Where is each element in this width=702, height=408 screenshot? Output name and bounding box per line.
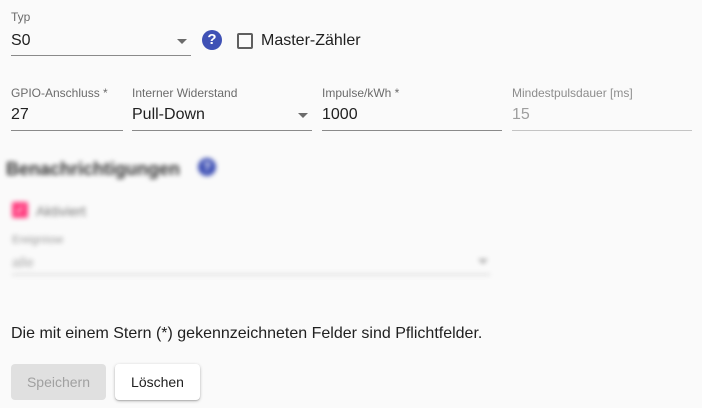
aktiviert-checkbox[interactable]: ✓ [12,202,28,218]
help-icon[interactable]: ? [202,30,222,50]
master-zaehler-label: Master-Zähler [261,32,361,49]
ereignisse-label: Ereignisse [12,234,64,246]
chevron-down-icon [177,39,187,44]
impulse-field[interactable]: Impulse/kWh * 1000 [322,86,502,131]
typ-label: Typ [11,10,31,24]
master-zaehler-checkbox[interactable]: Master-Zähler [237,31,367,51]
mindestpulsdauer-value: 15 [512,106,530,123]
ereignisse-underline [12,274,490,275]
mindestpulsdauer-field: Mindestpulsdauer [ms] 15 [512,86,692,131]
chevron-down-icon [478,259,488,264]
required-fields-note: Die mit einem Stern (*) gekennzeichneten… [11,325,483,342]
widerstand-underline [132,130,312,131]
notifications-heading: Benachrichtigungen [6,159,181,179]
checkbox-box [237,33,253,49]
delete-button[interactable]: Löschen [115,364,200,400]
gpio-label: GPIO-Anschluss * [11,86,108,100]
gpio-value: 27 [11,106,29,123]
impulse-label: Impulse/kWh * [322,86,400,100]
widerstand-select[interactable]: Interner Widerstand Pull-Down [132,86,312,131]
aktiviert-label: Aktiviert [36,203,86,219]
widerstand-label: Interner Widerstand [132,86,238,100]
typ-value: S0 [11,32,31,49]
gpio-underline [11,130,123,131]
notifications-section: Benachrichtigungen ? ✓ Aktiviert Ereigni… [6,156,496,280]
impulse-underline [322,130,502,131]
widerstand-value: Pull-Down [132,106,205,123]
gpio-field[interactable]: GPIO-Anschluss * 27 [11,86,123,131]
impulse-value: 1000 [322,106,358,123]
typ-underline [11,55,191,56]
chevron-down-icon [298,113,308,118]
ereignisse-value[interactable]: alle [12,254,34,270]
save-button[interactable]: Speichern [11,364,106,400]
mindestpulsdauer-label: Mindestpulsdauer [ms] [512,86,633,100]
mindestpulsdauer-underline [512,130,692,131]
help-icon[interactable]: ? [198,158,216,176]
typ-select[interactable]: Typ S0 [11,10,191,56]
